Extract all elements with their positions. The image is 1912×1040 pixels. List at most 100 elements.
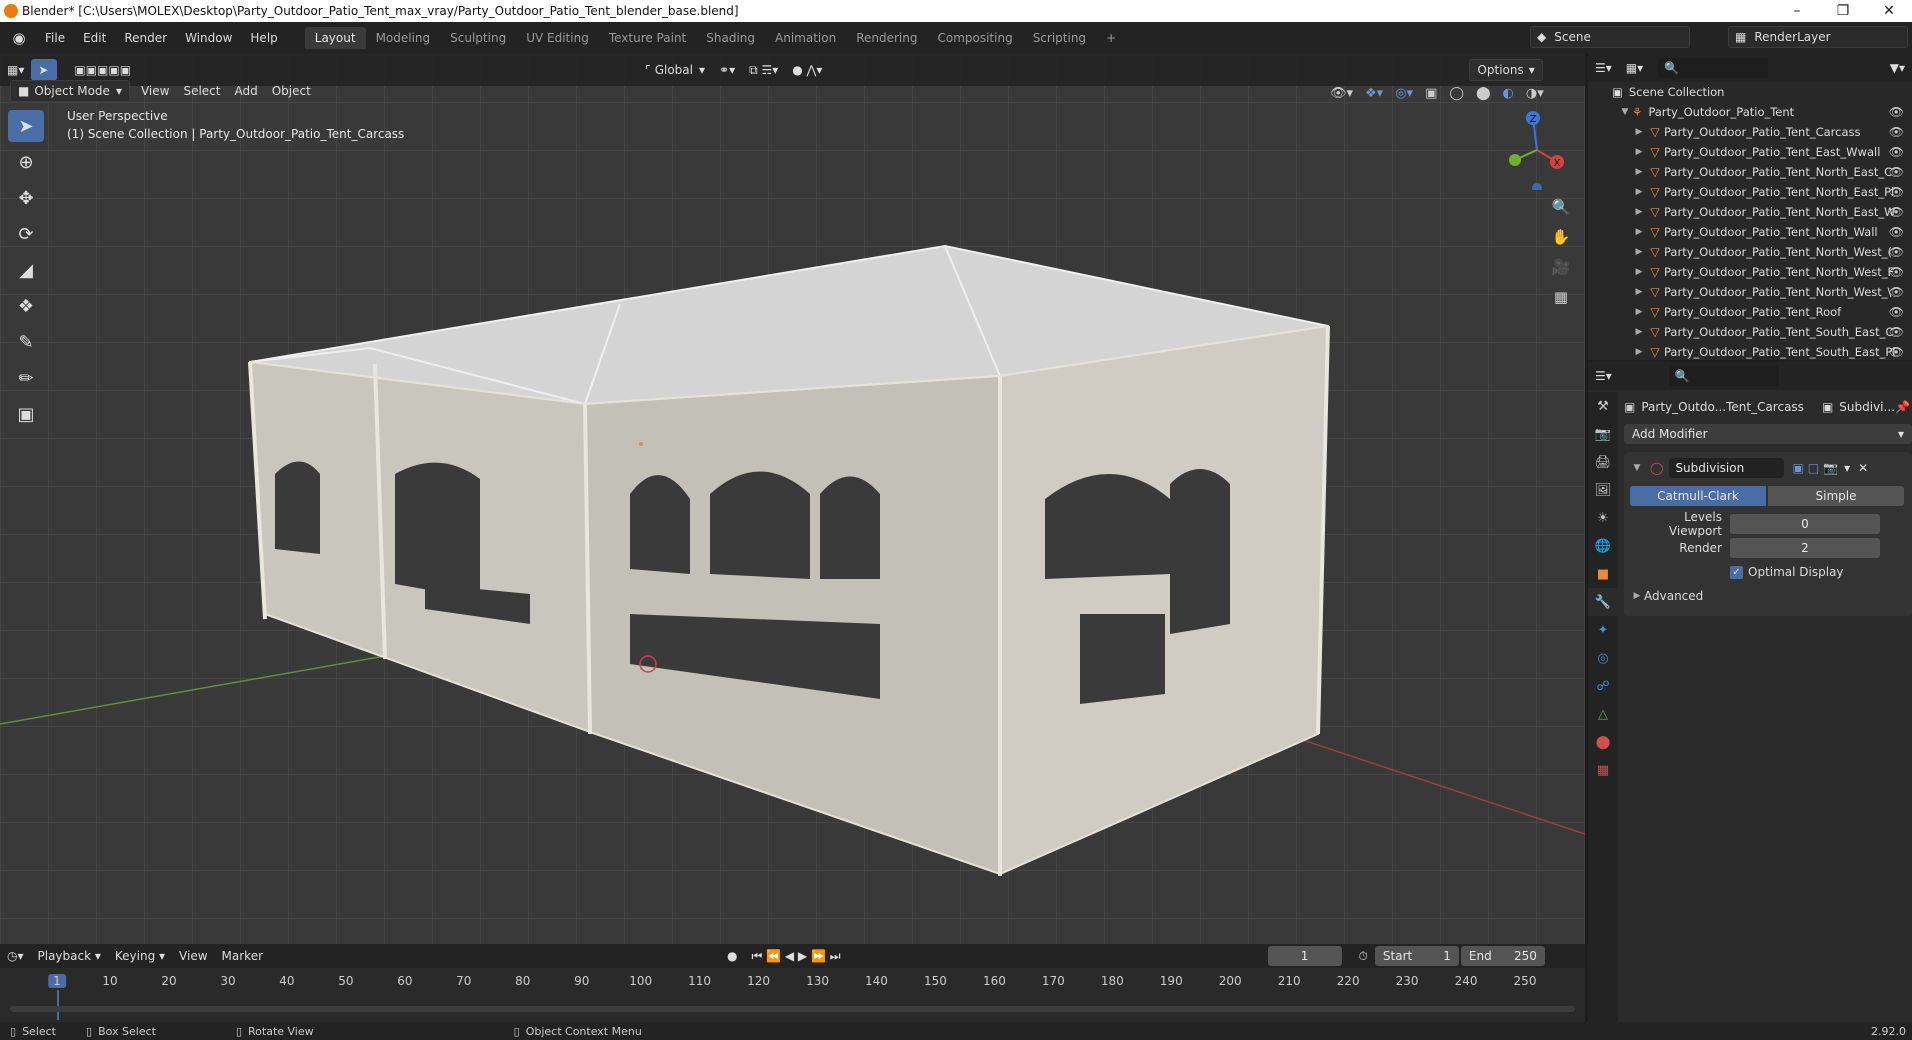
tab-uv-editing[interactable]: UV Editing	[516, 27, 599, 49]
add-modifier-dropdown[interactable]: Add Modifier ▾	[1624, 424, 1912, 444]
eye-icon[interactable]: 👁	[1889, 265, 1904, 279]
gizmo-toggle-icon[interactable]: ❖▾	[1365, 86, 1383, 101]
modifier-name-input[interactable]: Subdivision	[1669, 458, 1785, 478]
visibility-icon[interactable]: 👁▾	[1330, 86, 1353, 101]
eye-icon[interactable]: 👁	[1889, 125, 1904, 139]
record-icon[interactable]: ●	[720, 945, 744, 967]
menu-marker[interactable]: Marker	[215, 945, 270, 967]
scene-selector[interactable]: ◆ Scene	[1530, 26, 1690, 48]
remove-modifier-icon[interactable]: ✕	[1858, 461, 1868, 475]
output-tab-icon[interactable]: 🖨	[1588, 448, 1618, 476]
timeline-scrollbar[interactable]	[10, 1006, 1575, 1012]
expand-right-icon[interactable]: ▶	[1632, 347, 1646, 357]
eye-icon[interactable]: 👁	[1889, 165, 1904, 179]
options-dropdown[interactable]: Options ▾	[1469, 59, 1543, 81]
outliner-object-row[interactable]: ▶ ▽ Party_Outdoor_Patio_Tent_Roof 👁	[1588, 302, 1912, 322]
menu-timeline-view[interactable]: View	[172, 945, 214, 967]
shading-wireframe-icon[interactable]: ◯	[1449, 86, 1464, 101]
eye-icon[interactable]: 👁	[1889, 285, 1904, 299]
expand-right-icon[interactable]: ▶	[1632, 187, 1646, 197]
outliner-object-row[interactable]: ▶ ▽ Party_Outdoor_Patio_Tent_North_Wall 👁	[1588, 222, 1912, 242]
outliner-collection-row[interactable]: ▼ ⚘ Party_Outdoor_Patio_Tent 👁	[1588, 102, 1912, 122]
outliner-editor-type-icon[interactable]: ☰▾	[1588, 57, 1619, 79]
snap-icon[interactable]: ⧉ ☴▾	[742, 59, 785, 81]
world-tab-icon[interactable]: 🌐	[1588, 532, 1618, 560]
catmull-clark-button[interactable]: Catmull-Clark	[1630, 486, 1766, 506]
properties-editor-type-icon[interactable]: ☰▾	[1588, 365, 1619, 387]
object-tab-icon[interactable]: ■	[1588, 560, 1618, 588]
tab-layout[interactable]: Layout	[304, 27, 366, 49]
expand-down-icon[interactable]: ▼	[1618, 107, 1632, 117]
eye-icon[interactable]: 👁	[1889, 325, 1904, 339]
shading-rendered-icon[interactable]: ◑▾	[1526, 86, 1544, 101]
stopwatch-icon[interactable]: ⏱	[1352, 945, 1375, 967]
expand-right-icon[interactable]: ▶	[1632, 307, 1646, 317]
blender-menu-icon[interactable]: ◉	[10, 29, 28, 47]
outliner-object-row[interactable]: ▶ ▽ Party_Outdoor_Patio_Tent_North_East_C 👁	[1588, 162, 1912, 182]
levels-viewport-field[interactable]: 0	[1730, 514, 1880, 534]
menu-select[interactable]: Select	[176, 80, 227, 102]
overlays-icon[interactable]: ◎▾	[1395, 86, 1413, 101]
menu-view[interactable]: View	[134, 80, 176, 102]
outliner-object-row[interactable]: ▶ ▽ Party_Outdoor_Patio_Tent_North_West_(👁	[1588, 242, 1912, 262]
expand-right-icon[interactable]: ▶	[1632, 147, 1646, 157]
outliner-object-row[interactable]: ▶ ▽ Party_Outdoor_Patio_Tent_South_East_C 👁	[1588, 322, 1912, 342]
collapse-icon[interactable]: ▼	[1630, 463, 1644, 473]
end-frame-field[interactable]: End 250	[1460, 946, 1545, 966]
menu-edit[interactable]: Edit	[74, 27, 115, 49]
annotate-tool-icon[interactable]: ✎	[8, 326, 44, 358]
timeline-ruler[interactable]: 1 10 20 30 40 50 60 70 80 90 100 110 120 130 140 150 160…	[0, 972, 1585, 1020]
playhead[interactable]	[57, 990, 59, 1020]
measure-tool-icon[interactable]: ✏	[8, 362, 44, 394]
playback-controls[interactable]: ⏮ ⏪ ◀ ▶ ⏩ ⏭	[745, 945, 848, 967]
expand-right-icon[interactable]: ▶	[1632, 327, 1646, 337]
eye-icon[interactable]: 👁	[1889, 205, 1904, 219]
menu-playback[interactable]: Playback ▾	[31, 945, 108, 967]
rotate-tool-icon[interactable]: ⟳	[8, 218, 44, 250]
view-layer-selector[interactable]: ▦ RenderLayer	[1728, 26, 1908, 48]
menu-keying[interactable]: Keying ▾	[108, 945, 172, 967]
expand-right-icon[interactable]: ▶	[1632, 267, 1646, 277]
expand-right-icon[interactable]: ▶	[1632, 207, 1646, 217]
outliner-object-row[interactable]: ▶ ▽ Party_Outdoor_Patio_Tent_North_East_W 👁	[1588, 202, 1912, 222]
minimize-button[interactable]: –	[1774, 0, 1820, 22]
display-mode-icon[interactable]: ▦▾	[1619, 57, 1650, 79]
scale-tool-icon[interactable]: ◢	[8, 254, 44, 286]
outliner-object-row[interactable]: ▶ ▽ Party_Outdoor_Patio_Tent_North_West_\ 👁	[1588, 282, 1912, 302]
tab-texture-paint[interactable]: Texture Paint	[599, 27, 696, 49]
outliner-object-row[interactable]: ▶ ▽ Party_Outdoor_Patio_Tent_South_East_Pl…	[1588, 342, 1912, 362]
tab-rendering[interactable]: Rendering	[846, 27, 927, 49]
pan-hand-icon[interactable]: ✋	[1548, 224, 1574, 250]
expand-right-icon[interactable]: ▶	[1632, 247, 1646, 257]
view-layer-tab-icon[interactable]: 🖼	[1588, 476, 1618, 504]
transform-tool-icon[interactable]: ❖	[8, 290, 44, 322]
outliner-scene-collection[interactable]: ▣ Scene Collection	[1588, 82, 1912, 102]
tab-shading[interactable]: Shading	[696, 27, 765, 49]
checkbox-checked-icon[interactable]: ✓	[1730, 565, 1743, 579]
menu-object[interactable]: Object	[265, 80, 318, 102]
eye-icon[interactable]: 👁	[1889, 225, 1904, 239]
render-toggle-icon[interactable]: 📷	[1823, 461, 1838, 475]
camera-view-icon[interactable]: 🎥	[1548, 254, 1574, 280]
current-frame-field[interactable]: 1	[1267, 946, 1342, 966]
render-levels-field[interactable]: 2	[1730, 538, 1880, 558]
particles-tab-icon[interactable]: ✦	[1588, 616, 1618, 644]
outliner-object-row[interactable]: ▶ ▽ Party_Outdoor_Patio_Tent_North_East_Pl…	[1588, 182, 1912, 202]
simple-button[interactable]: Simple	[1768, 486, 1904, 506]
maximize-button[interactable]: ❐	[1820, 0, 1866, 22]
add-cube-tool-icon[interactable]: ▣	[8, 398, 44, 430]
tool-tab-icon[interactable]: ⚒	[1588, 392, 1618, 420]
menu-window[interactable]: Window	[176, 27, 241, 49]
close-window-button[interactable]: ✕	[1866, 0, 1912, 22]
tab-modeling[interactable]: Modeling	[366, 27, 441, 49]
data-tab-icon[interactable]: △	[1588, 700, 1618, 728]
advanced-subpanel[interactable]: ▶ Advanced	[1630, 584, 1906, 608]
outliner-object-row[interactable]: ▶ ▽ Party_Outdoor_Patio_Tent_East_Wwall 👁	[1588, 142, 1912, 162]
proportional-edit-icon[interactable]: ● ⋀▾	[785, 59, 829, 81]
outliner-object-row[interactable]: ▶ ▽ Party_Outdoor_Patio_Tent_North_West_F 👁	[1588, 262, 1912, 282]
editmode-toggle-icon[interactable]: ▣	[1792, 461, 1803, 475]
viewport-toggle-icon[interactable]: □	[1808, 461, 1819, 475]
timeline-editor-type-icon[interactable]: ◷▾	[0, 945, 31, 967]
physics-tab-icon[interactable]: ◎	[1588, 644, 1618, 672]
outliner-object-row[interactable]: ▶ ▽ Party_Outdoor_Patio_Tent_Carcass 👁	[1588, 122, 1912, 142]
